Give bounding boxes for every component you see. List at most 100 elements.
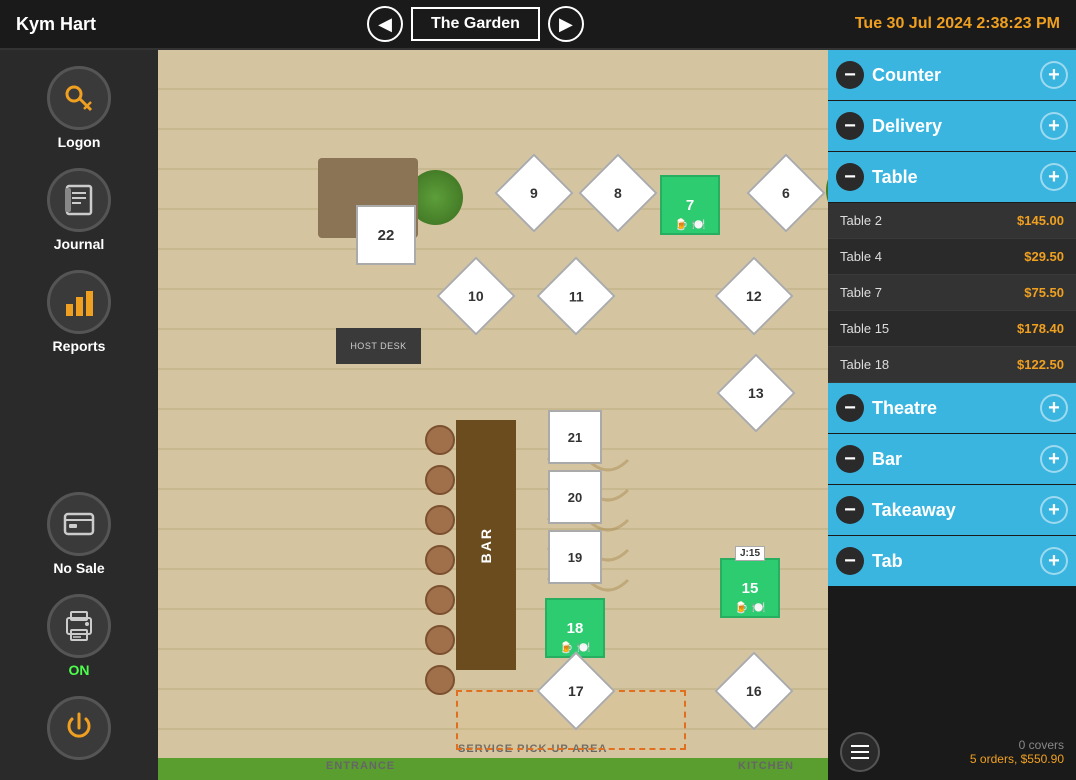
table-11[interactable]: 11	[548, 268, 604, 324]
bar-label: BAR	[478, 527, 494, 563]
counter-plus-button[interactable]: +	[1040, 61, 1068, 89]
main-layout: Logon Journal	[0, 50, 1076, 780]
key-icon	[47, 66, 111, 130]
datetime: Tue 30 Jul 2024 2:38:23 PM	[855, 15, 1060, 33]
table2-label: Table 2	[840, 213, 1017, 228]
table-13[interactable]: 13	[728, 365, 784, 421]
table-row[interactable]: Table 4 $29.50	[828, 239, 1076, 275]
table18-amount: $122.50	[1017, 357, 1064, 372]
table-minus-button[interactable]: −	[836, 163, 864, 191]
table4-amount: $29.50	[1024, 249, 1064, 264]
sidebar-item-nosale[interactable]: No Sale	[19, 486, 139, 582]
takeaway-label: Takeaway	[872, 500, 1032, 521]
sidebar-item-reports[interactable]: Reports	[19, 264, 139, 360]
table-10[interactable]: 10	[448, 268, 504, 324]
tab-label: Tab	[872, 551, 1032, 572]
bar-plus-button[interactable]: +	[1040, 445, 1068, 473]
sidebar-item-power[interactable]	[19, 690, 139, 770]
bar-minus-button[interactable]: −	[836, 445, 864, 473]
table7-amount: $75.50	[1024, 285, 1064, 300]
user-name: Kym Hart	[16, 14, 96, 35]
floor-map: HOST DESK BAR SERVICE PICK UP AREA ENTRA…	[158, 50, 828, 780]
table-plus-button[interactable]: +	[1040, 163, 1068, 191]
table-row[interactable]: Table 15 $178.40	[828, 311, 1076, 347]
table2-amount: $145.00	[1017, 213, 1064, 228]
delivery-minus-button[interactable]: −	[836, 112, 864, 140]
table-row[interactable]: Table 2 $145.00	[828, 203, 1076, 239]
orders-count: 5 orders, $550.90	[970, 752, 1064, 766]
timer-badge: J:15	[735, 546, 765, 561]
sidebar-item-logon[interactable]: Logon	[19, 60, 139, 156]
grass-decoration	[158, 758, 828, 780]
tab-section: − Tab +	[828, 536, 1076, 586]
theatre-plus-button[interactable]: +	[1040, 394, 1068, 422]
table-22[interactable]: 22	[356, 205, 416, 265]
table-7[interactable]: 7 🍺 🍽️	[660, 175, 720, 235]
right-panel: − Counter + − Delivery + − Table + Table…	[828, 50, 1076, 780]
delivery-section: − Delivery +	[828, 101, 1076, 151]
status-info: 0 covers 5 orders, $550.90	[970, 738, 1064, 766]
table-19[interactable]: 19	[548, 530, 602, 584]
table-section: − Table +	[828, 152, 1076, 202]
theatre-label: Theatre	[872, 398, 1032, 419]
nosale-icon	[47, 492, 111, 556]
table-sub-items: Table 2 $145.00 Table 4 $29.50 Table 7 $…	[828, 203, 1076, 383]
stool-decoration	[425, 625, 455, 655]
bar-section: − Bar +	[828, 434, 1076, 484]
bar-label: Bar	[872, 449, 1032, 470]
table-12[interactable]: 12	[726, 268, 782, 324]
nosale-label: No Sale	[53, 560, 104, 576]
on-label: ON	[69, 662, 90, 678]
tab-minus-button[interactable]: −	[836, 547, 864, 575]
table-21[interactable]: 21	[548, 410, 602, 464]
table-row[interactable]: Table 7 $75.50	[828, 275, 1076, 311]
table18-label: Table 18	[840, 357, 1017, 372]
stool-decoration	[425, 465, 455, 495]
table-9[interactable]: 9	[506, 165, 562, 221]
reports-label: Reports	[53, 338, 106, 354]
table-17[interactable]: 17	[548, 663, 604, 719]
stool-decoration	[425, 425, 455, 455]
counter-label: Counter	[872, 65, 1032, 86]
venue-name: The Garden	[411, 7, 540, 41]
table-15[interactable]: J:15 15 🍺 🍽️	[720, 558, 780, 618]
counter-minus-button[interactable]: −	[836, 61, 864, 89]
table-18[interactable]: 18 🍺 🍽️	[545, 598, 605, 658]
table-8[interactable]: 8	[590, 165, 646, 221]
logon-label: Logon	[58, 134, 101, 150]
table-16[interactable]: 16	[726, 663, 782, 719]
stool-decoration	[425, 545, 455, 575]
reports-icon	[47, 270, 111, 334]
right-bottom: 0 covers 5 orders, $550.90	[828, 724, 1076, 780]
kitchen-label: KITCHEN	[738, 760, 794, 772]
sidebar: Logon Journal	[0, 50, 158, 780]
journal-label: Journal	[54, 236, 105, 252]
sidebar-item-journal[interactable]: Journal	[19, 162, 139, 258]
covers-count: 0 covers	[970, 738, 1064, 752]
table15-amount: $178.40	[1017, 321, 1064, 336]
prev-venue-button[interactable]: ◀	[367, 6, 403, 42]
bar-area: BAR	[456, 420, 516, 670]
next-venue-button[interactable]: ▶	[548, 6, 584, 42]
theatre-minus-button[interactable]: −	[836, 394, 864, 422]
host-desk-label: HOST DESK	[350, 341, 406, 351]
stool-decoration	[425, 505, 455, 535]
counter-section: − Counter +	[828, 50, 1076, 100]
table-row[interactable]: Table 18 $122.50	[828, 347, 1076, 383]
sidebar-item-on[interactable]: ON	[19, 588, 139, 684]
menu-button[interactable]	[840, 732, 880, 772]
table-6[interactable]: 6	[758, 165, 814, 221]
delivery-label: Delivery	[872, 116, 1032, 137]
stool-decoration	[425, 585, 455, 615]
delivery-plus-button[interactable]: +	[1040, 112, 1068, 140]
host-desk: HOST DESK	[336, 328, 421, 364]
power-icon	[47, 696, 111, 760]
tab-plus-button[interactable]: +	[1040, 547, 1068, 575]
takeaway-section: − Takeaway +	[828, 485, 1076, 535]
takeaway-minus-button[interactable]: −	[836, 496, 864, 524]
journal-icon	[47, 168, 111, 232]
theatre-section: − Theatre +	[828, 383, 1076, 433]
table-20[interactable]: 20	[548, 470, 602, 524]
topbar: Kym Hart ◀ The Garden ▶ Tue 30 Jul 2024 …	[0, 0, 1076, 50]
takeaway-plus-button[interactable]: +	[1040, 496, 1068, 524]
